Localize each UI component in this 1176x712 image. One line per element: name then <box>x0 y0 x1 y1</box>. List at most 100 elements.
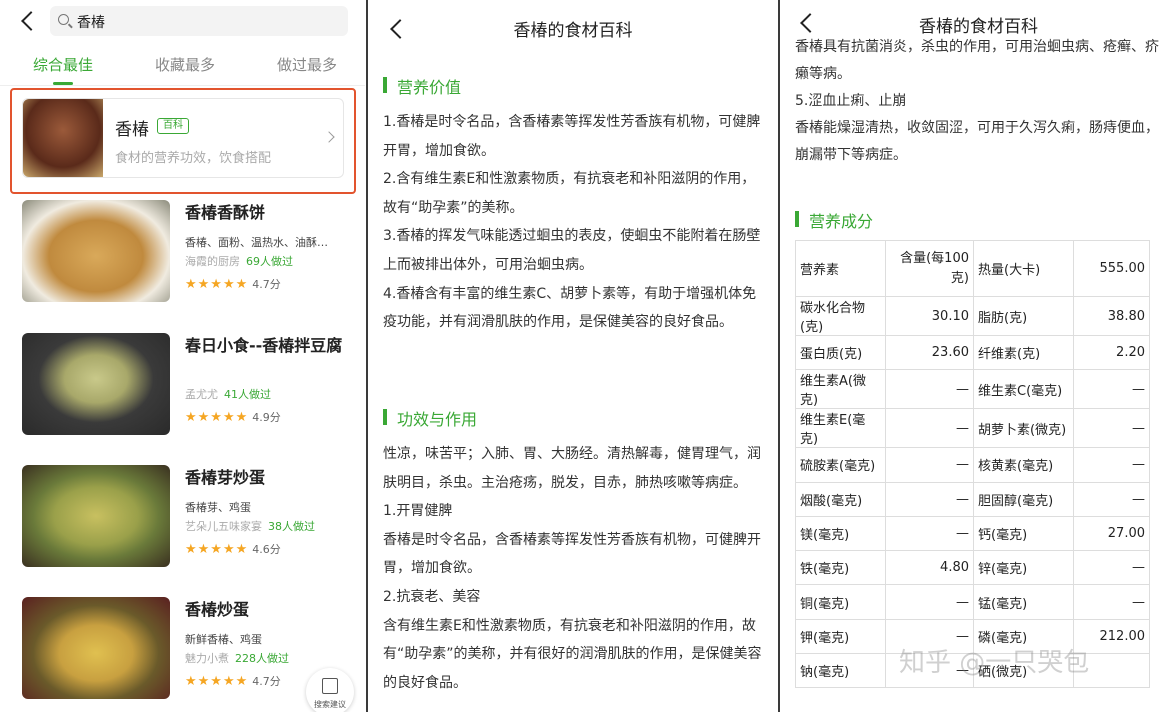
table-row: 铁(毫克) 4.80 锌(毫克) — <box>795 550 1150 586</box>
recipe-ingredients: 香椿芽、鸡蛋 <box>185 501 251 514</box>
effects-continued-text: 香椿具有抗菌消炎，杀虫的作用，可用治蛔虫病、疮癣、疥癞等病。 5.涩血止痢、止崩… <box>795 34 1163 169</box>
table-cell: 锰(毫克) <box>973 584 1074 620</box>
table-cell: 胡萝卜素(微克) <box>973 408 1074 449</box>
paragraph: 4.香椿含有丰富的维生素C、胡萝卜素等，有助于增强机体免疫功能，并有润滑肌肤的作… <box>383 285 757 331</box>
table-cell: 胆固醇(毫克) <box>973 481 1074 517</box>
rating-score: 4.7分 <box>252 675 281 688</box>
table-cell: 纤维素(克) <box>973 334 1074 371</box>
recipe-image <box>22 465 170 567</box>
recipe-author: 孟尤尤 <box>185 388 218 401</box>
table-cell: 镁(毫克) <box>795 515 886 552</box>
recipe-ingredients: 香椿、面粉、温热水、油酥… <box>185 236 328 249</box>
edit-icon <box>322 678 338 694</box>
card-title: 香椿 <box>115 120 149 140</box>
table-cell: 烟酸(毫克) <box>795 481 886 517</box>
star-icons: ★★★★★ <box>185 674 249 689</box>
section-title-nutrients: 营养成分 <box>795 208 873 232</box>
table-cell: 脂肪(克) <box>973 296 1074 336</box>
ingredient-encyclopedia-card[interactable]: 香椿 百科 食材的营养功效，饮食搭配 <box>10 88 356 194</box>
recipe-made-count: 41人做过 <box>224 388 271 401</box>
recipe-image <box>22 333 170 435</box>
recipe-made-count: 38人做过 <box>268 520 315 533</box>
tab-most-collected[interactable]: 收藏最多 <box>155 54 215 75</box>
table-header-cell: 营养素 <box>795 240 886 297</box>
table-cell: — <box>885 408 974 449</box>
paragraph: 香椿具有抗菌消炎，杀虫的作用，可用治蛔虫病、疮癣、疥癞等病。 <box>795 39 1159 82</box>
table-row: 碳水化合物(克) 30.10 脂肪(克) 38.80 <box>795 296 1150 336</box>
table-cell: 38.80 <box>1073 296 1150 336</box>
table-row: 蛋白质(克) 23.60 纤维素(克) 2.20 <box>795 334 1150 371</box>
recipe-title: 香椿炒蛋 <box>185 600 250 619</box>
tab-best[interactable]: 综合最佳 <box>33 54 93 75</box>
rating-score: 4.7分 <box>252 278 281 291</box>
table-cell: — <box>1073 447 1150 483</box>
rating: ★★★★★ 4.7分 <box>185 673 281 689</box>
recipe-made-count: 228人做过 <box>235 652 289 665</box>
table-cell: 钠(毫克) <box>795 653 886 689</box>
table-cell: — <box>1073 369 1150 410</box>
table-cell: — <box>885 584 974 620</box>
recipe-title: 香椿芽炒蛋 <box>185 468 266 487</box>
card-body[interactable]: 香椿 百科 食材的营养功效，饮食搭配 <box>22 98 344 178</box>
recipe-item[interactable]: 春日小食--香椿拌豆腐 孟尤尤 41人做过 ★★★★★ 4.9分 <box>0 333 365 453</box>
rating-score: 4.6分 <box>252 543 281 556</box>
recipe-made-count: 69人做过 <box>246 255 293 268</box>
recipe-meta: 海霞的厨房 69人做过 <box>185 253 293 269</box>
table-cell: 维生素E(毫克) <box>795 408 886 449</box>
panel-divider <box>778 0 780 712</box>
table-cell: — <box>1073 481 1150 517</box>
nutrition-table: 营养素 含量(每100克) 热量(大卡) 555.00 碳水化合物(克) 30.1… <box>795 240 1150 689</box>
tab-most-made[interactable]: 做过最多 <box>277 54 337 75</box>
table-cell: 维生素C(毫克) <box>973 369 1074 410</box>
table-cell: 23.60 <box>885 334 974 371</box>
table-row: 维生素A(微克) — 维生素C(毫克) — <box>795 369 1150 410</box>
table-header-cell: 555.00 <box>1073 240 1150 297</box>
recipe-author: 艺朵儿五味家宴 <box>185 520 262 533</box>
table-header-cell: 含量(每100克) <box>885 240 974 297</box>
recipe-image <box>22 200 170 302</box>
recipe-item[interactable]: 香椿芽炒蛋 香椿芽、鸡蛋 艺朵儿五味家宴 38人做过 ★★★★★ 4.6分 <box>0 465 365 585</box>
table-cell: 锌(毫克) <box>973 550 1074 586</box>
chevron-right-icon <box>323 131 335 143</box>
table-cell: 27.00 <box>1073 515 1150 552</box>
table-cell: 蛋白质(克) <box>795 334 886 371</box>
recipe-ingredients: 新鲜香椿、鸡蛋 <box>185 633 262 646</box>
star-icons: ★★★★★ <box>185 410 249 425</box>
paragraph: 香椿是时令名品，含香椿素等挥发性芳香族有机物，可健脾开胃，增加食欲。 <box>383 531 761 577</box>
fab-label: 搜索建议 <box>314 700 346 709</box>
table-cell: 铁(毫克) <box>795 550 886 586</box>
recipe-image <box>22 597 170 699</box>
paragraph: 香椿能燥湿清热，收敛固涩，可用于久泻久痢，肠痔便血，崩漏带下等病症。 <box>795 120 1159 163</box>
table-cell: 钾(毫克) <box>795 618 886 655</box>
table-cell: 维生素A(微克) <box>795 369 886 410</box>
search-bar-row: 香椿 <box>0 0 365 42</box>
star-icons: ★★★★★ <box>185 277 249 292</box>
paragraph: 1.香椿是时令名品，含香椿素等挥发性芳香族有机物，可健脾开胃，增加食欲。 <box>383 114 761 159</box>
recipe-author: 海霞的厨房 <box>185 255 240 268</box>
paragraph: 1.开胃健脾 <box>383 503 453 520</box>
panel-divider <box>366 0 368 712</box>
paragraph: 5.涩血止痢、止崩 <box>795 93 907 109</box>
table-header-row: 营养素 含量(每100克) 热量(大卡) 555.00 <box>795 240 1150 297</box>
search-results-panel: 香椿 综合最佳 收藏最多 做过最多 香椿 百科 食材的营养功效，饮食搭配 香椿香… <box>0 0 365 712</box>
table-row: 烟酸(毫克) — 胆固醇(毫克) — <box>795 481 1150 517</box>
table-cell: 铜(毫克) <box>795 584 886 620</box>
recipe-item[interactable]: 香椿香酥饼 香椿、面粉、温热水、油酥… 海霞的厨房 69人做过 ★★★★★ 4.7分 <box>0 200 365 320</box>
recipe-meta: 孟尤尤 41人做过 <box>185 386 271 402</box>
recipe-author: 魅力小煮 <box>185 652 229 665</box>
recipe-title: 香椿香酥饼 <box>185 203 266 222</box>
recipe-meta: 艺朵儿五味家宴 38人做过 <box>185 518 315 534</box>
table-cell: — <box>885 515 974 552</box>
table-row: 镁(毫克) — 钙(毫克) 27.00 <box>795 515 1150 552</box>
paragraph: 3.香椿的挥发气味能透过蛔虫的表皮，使蛔虫不能附着在肠壁上而被排出体外，可用治蛔… <box>383 228 761 273</box>
search-input[interactable]: 香椿 <box>50 6 348 36</box>
table-row: 维生素E(毫克) — 胡萝卜素(微克) — <box>795 408 1150 449</box>
table-cell: 4.80 <box>885 550 974 586</box>
search-suggestion-button[interactable]: 搜索建议 <box>306 668 354 712</box>
nutrition-text: 1.香椿是时令名品，含香椿素等挥发性芳香族有机物，可健脾开胃，增加食欲。 2.含… <box>383 108 765 337</box>
table-header-cell: 热量(大卡) <box>973 240 1074 297</box>
back-icon[interactable] <box>21 11 41 31</box>
table-cell: — <box>885 447 974 483</box>
encyclopedia-panel-top: 香椿的食材百科 营养价值 1.香椿是时令名品，含香椿素等挥发性芳香族有机物，可健… <box>369 0 777 712</box>
table-row: 铜(毫克) — 锰(毫克) — <box>795 584 1150 620</box>
